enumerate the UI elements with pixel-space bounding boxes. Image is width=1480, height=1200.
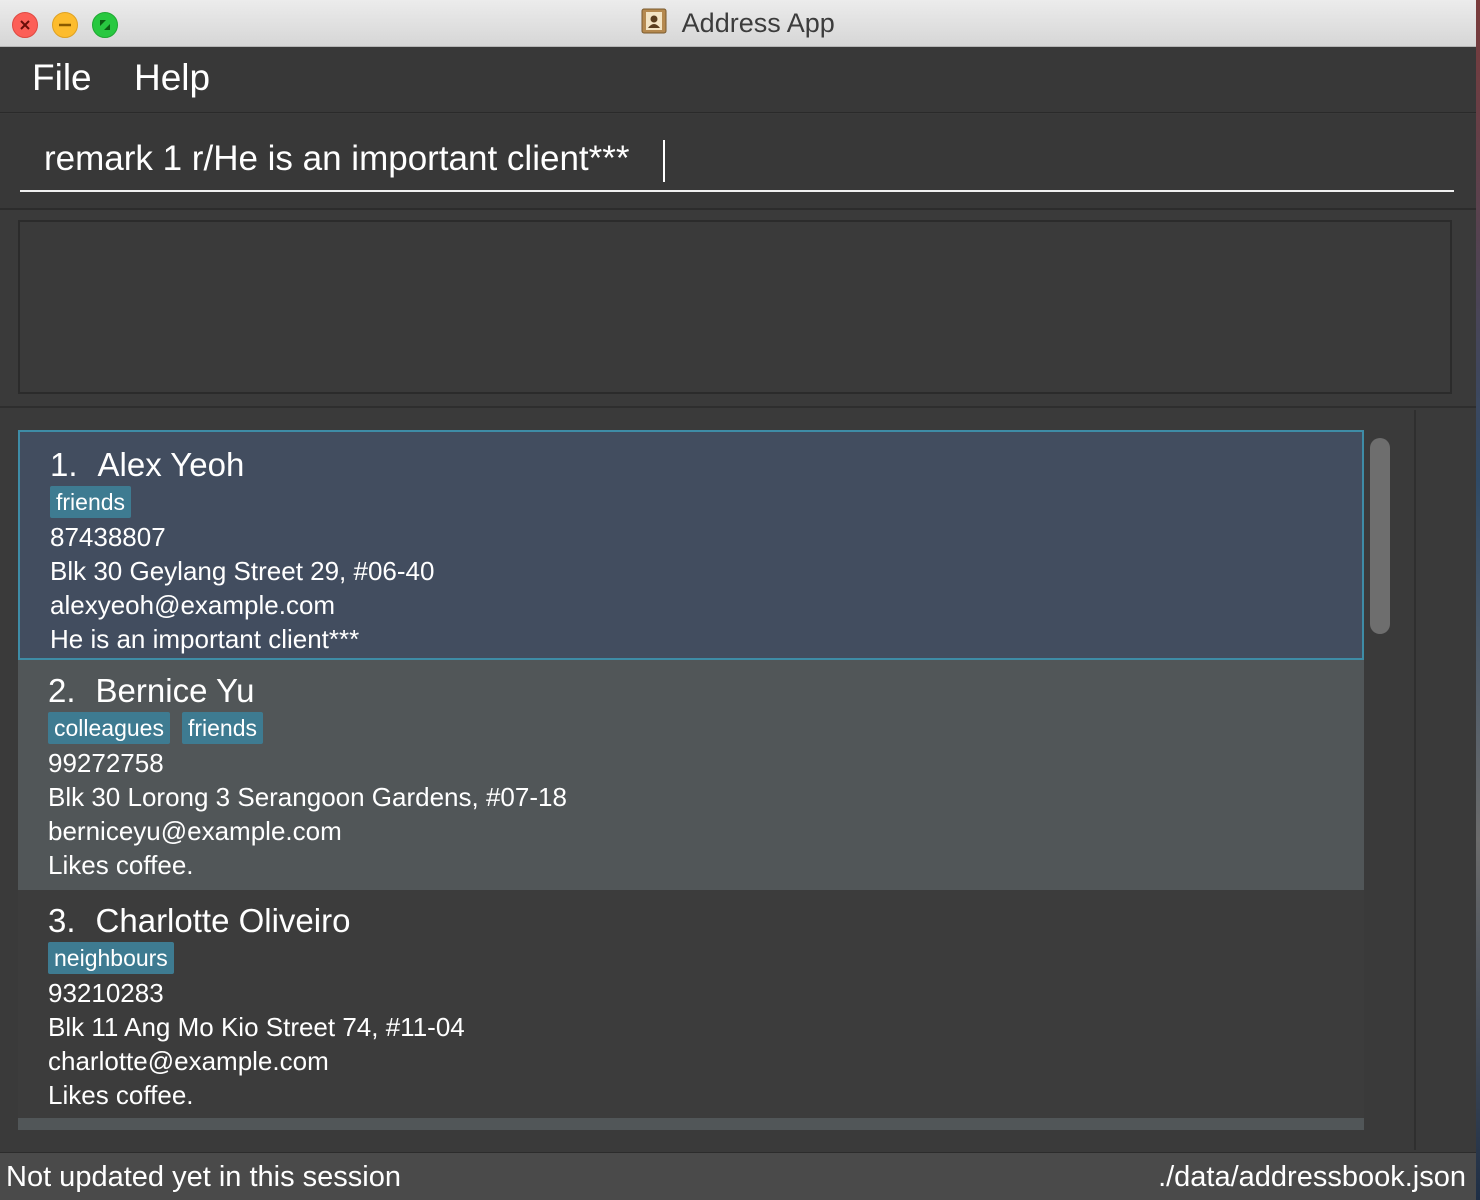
- person-tags: colleagues friends: [48, 712, 567, 746]
- person-card[interactable]: 3. Charlotte Oliveiro neighbours 93210283…: [18, 890, 1364, 1118]
- address-book-icon: [641, 8, 667, 34]
- person-list[interactable]: 1. Alex Yeoh friends 87438807 Blk 30 Geyl…: [18, 430, 1364, 1130]
- person-name: 2. Bernice Yu: [48, 670, 567, 712]
- person-index: 3.: [48, 902, 76, 939]
- person-name: 1. Alex Yeoh: [50, 444, 434, 486]
- person-index: 2.: [48, 672, 76, 709]
- person-remark: He is an important client***: [50, 624, 360, 654]
- divider: [1414, 410, 1416, 1150]
- divider: [0, 406, 1476, 408]
- person-name-text: Bernice Yu: [95, 672, 255, 709]
- person-name-text: Charlotte Oliveiro: [95, 902, 351, 939]
- person-card[interactable]: 2. Bernice Yu colleagues friends 99272758 …: [18, 660, 1364, 890]
- person-tags: friends: [50, 486, 434, 520]
- tag: colleagues: [48, 712, 170, 744]
- command-input[interactable]: [20, 128, 1454, 192]
- sync-status: Not updated yet in this session: [6, 1161, 401, 1193]
- person-name: 3. Charlotte Oliveiro: [48, 900, 465, 942]
- scrollbar-thumb[interactable]: [1370, 438, 1390, 634]
- menu-file[interactable]: File: [32, 57, 92, 99]
- person-phone: 87438807: [50, 522, 166, 552]
- person-phone: 99272758: [48, 748, 164, 778]
- person-remark: Likes coffee.: [48, 1080, 194, 1110]
- person-email: berniceyu@example.com: [48, 816, 342, 846]
- person-card[interactable]: 1. Alex Yeoh friends 87438807 Blk 30 Geyl…: [18, 430, 1364, 660]
- command-box: [0, 114, 1476, 210]
- desktop-background: [1476, 0, 1480, 1200]
- title-bar[interactable]: Address App: [0, 0, 1476, 47]
- window-title-text: Address App: [681, 8, 835, 38]
- person-remark: Likes coffee.: [48, 850, 194, 880]
- person-email: charlotte@example.com: [48, 1046, 329, 1076]
- person-tags: neighbours: [48, 942, 465, 976]
- person-address: Blk 30 Geylang Street 29, #06-40: [50, 556, 435, 586]
- person-name-text: Alex Yeoh: [97, 446, 245, 483]
- address-app-window: Address App File Help 1. Alex Yeoh friend…: [0, 0, 1476, 1200]
- result-display[interactable]: [18, 220, 1452, 394]
- person-email: alexyeoh@example.com: [50, 590, 336, 620]
- person-index: 1.: [50, 446, 78, 483]
- person-card-partial[interactable]: [18, 1118, 1364, 1130]
- window-title: Address App: [0, 8, 1476, 39]
- status-bar: Not updated yet in this session ./data/a…: [0, 1152, 1476, 1200]
- menu-bar: File Help: [0, 47, 1476, 113]
- person-address: Blk 30 Lorong 3 Serangoon Gardens, #07-1…: [48, 782, 567, 812]
- text-cursor: [663, 140, 665, 182]
- person-phone: 93210283: [48, 978, 164, 1008]
- save-location: ./data/addressbook.json: [1158, 1161, 1466, 1193]
- menu-help[interactable]: Help: [134, 57, 210, 99]
- person-address: Blk 11 Ang Mo Kio Street 74, #11-04: [48, 1012, 465, 1042]
- tag: friends: [50, 486, 132, 518]
- tag: friends: [181, 712, 264, 744]
- tag: neighbours: [48, 942, 174, 974]
